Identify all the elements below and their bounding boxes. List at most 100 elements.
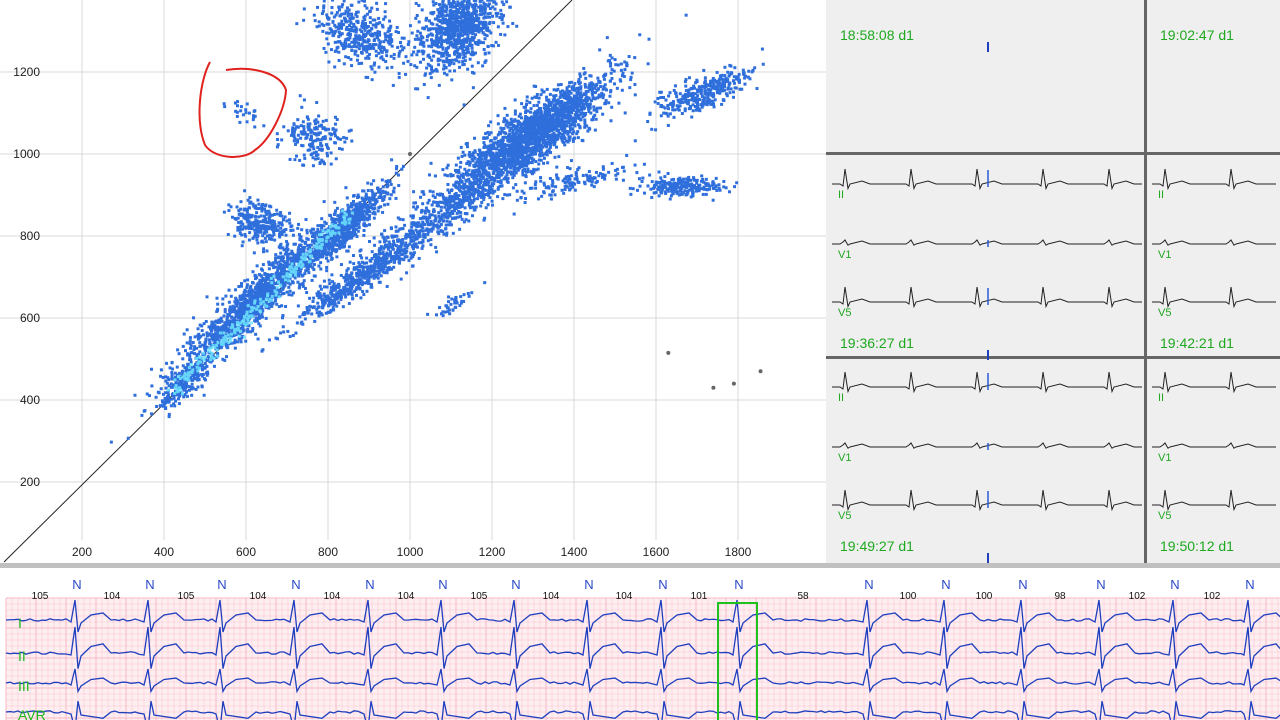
scatter-point xyxy=(355,293,359,297)
scatter-point xyxy=(389,227,393,231)
scatter-point xyxy=(253,319,257,323)
scatter-point xyxy=(568,96,572,100)
scatter-point xyxy=(486,203,490,207)
scatter-point xyxy=(607,101,611,105)
scatter-point xyxy=(338,246,342,250)
scatter-point xyxy=(521,173,525,177)
scatter-point xyxy=(381,256,385,260)
scatter-point xyxy=(502,153,506,157)
scatter-point xyxy=(534,149,538,153)
scatter-point xyxy=(389,182,393,186)
scatter-point xyxy=(537,96,541,100)
scatter-point xyxy=(592,83,596,87)
scatter-point xyxy=(242,295,246,299)
x-tick-label: 600 xyxy=(236,545,256,559)
scatter-point xyxy=(452,183,456,187)
scatter-point xyxy=(381,250,385,254)
scatter-point xyxy=(352,267,356,271)
scatter-point xyxy=(395,167,399,171)
scatter-point xyxy=(339,263,343,267)
scatter-point xyxy=(608,79,612,83)
scatter-point xyxy=(154,395,158,399)
scatter-point xyxy=(428,222,432,226)
scatter-point xyxy=(365,212,369,216)
scatter-canvas[interactable]: 200 400 600 800 1000 1200 1400 1600 180012001000… xyxy=(0,0,826,566)
scatter-point xyxy=(188,336,192,340)
scatter-point xyxy=(438,216,442,220)
scatter-point xyxy=(604,102,608,106)
scatter-point xyxy=(453,216,457,220)
scatter-point xyxy=(296,280,300,284)
scatter-point xyxy=(628,86,632,90)
scatter-point xyxy=(537,119,541,123)
scatter-point xyxy=(396,173,400,177)
scatter-point xyxy=(165,361,169,365)
scatter-point xyxy=(345,249,349,253)
scatter-point xyxy=(457,175,461,179)
scatter-point xyxy=(369,182,373,186)
scatter-point xyxy=(232,341,236,345)
scatter-point xyxy=(335,255,339,259)
scatter-point xyxy=(237,316,241,320)
scatter-point xyxy=(573,82,577,86)
scatter-point xyxy=(532,84,536,88)
scatter-point xyxy=(251,329,255,333)
scatter-point xyxy=(489,151,493,155)
scatter-point xyxy=(539,118,543,122)
scatter-point xyxy=(522,138,526,142)
scatter-point xyxy=(609,64,613,68)
x-tick-label: 200 xyxy=(72,545,92,559)
scatter-point xyxy=(347,230,351,234)
scatter-point xyxy=(330,251,334,255)
scatter-point xyxy=(290,252,294,256)
scatter-point xyxy=(509,159,513,163)
scatter-point xyxy=(520,102,524,106)
scatter-point xyxy=(227,288,231,292)
scatter-point xyxy=(553,138,557,142)
scatter-point xyxy=(524,102,528,106)
scatter-point xyxy=(254,332,258,336)
scatter-point xyxy=(361,198,365,202)
x-tick-label: 1400 xyxy=(561,545,588,559)
scatter-point xyxy=(563,143,567,147)
scatter-point xyxy=(544,152,548,156)
scatter-point xyxy=(320,298,324,302)
scatter-point xyxy=(491,203,495,207)
scatter-point xyxy=(381,198,385,202)
rr-scatter-plot[interactable]: 200 400 600 800 1000 1200 1400 1600 1800 1200 1000… xyxy=(0,0,826,566)
scatter-point xyxy=(619,62,623,66)
scatter-point xyxy=(484,183,488,187)
scatter-point xyxy=(255,264,259,268)
scatter-point xyxy=(226,312,230,316)
scatter-point xyxy=(575,103,579,107)
scatter-point xyxy=(335,243,339,247)
scatter-point xyxy=(557,155,561,159)
scatter-point xyxy=(386,184,390,188)
scatter-point xyxy=(216,302,220,306)
scatter-point xyxy=(444,227,448,231)
scatter-point xyxy=(537,158,541,162)
scatter-point xyxy=(243,300,247,304)
scatter-point xyxy=(225,345,229,349)
scatter-point xyxy=(477,148,481,152)
scatter-point xyxy=(581,139,585,143)
scatter-point xyxy=(431,194,435,198)
scatter-point xyxy=(164,379,168,383)
scatter-point xyxy=(420,208,424,212)
scatter-point xyxy=(559,83,563,87)
scatter-point xyxy=(474,189,478,193)
scatter-point xyxy=(203,343,207,347)
scatter-point xyxy=(282,269,286,273)
scatter-point xyxy=(233,338,237,342)
scatter-point xyxy=(462,182,466,186)
scatter-point xyxy=(420,246,424,250)
scatter-point xyxy=(328,213,332,217)
scatter-point xyxy=(502,177,506,181)
scatter-point xyxy=(456,186,460,190)
scatter-point xyxy=(387,268,391,272)
scatter-point xyxy=(500,129,504,133)
scatter-point xyxy=(429,161,433,165)
scatter-point xyxy=(350,271,354,275)
scatter-point xyxy=(441,168,445,172)
scatter-point xyxy=(296,304,300,308)
